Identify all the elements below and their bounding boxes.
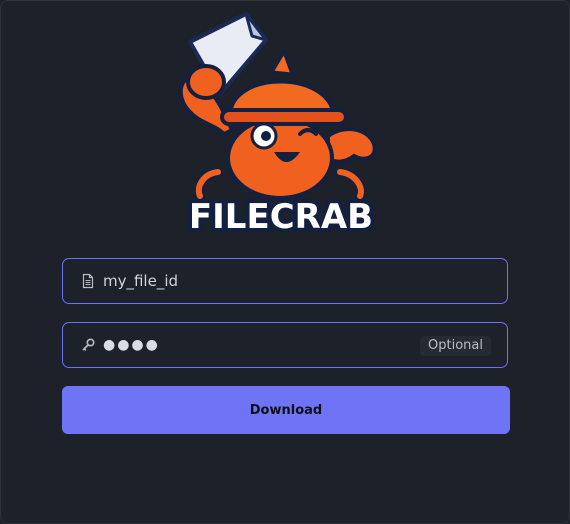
download-button[interactable]: Download	[62, 386, 510, 434]
password-input[interactable]: ●●●●	[103, 323, 160, 367]
file-icon	[82, 273, 94, 289]
filecrab-logo: FILECRAB	[178, 12, 377, 240]
password-field[interactable]: ●●●● Optional	[62, 322, 508, 368]
logo-text: FILECRAB	[189, 197, 373, 237]
key-icon	[82, 338, 95, 351]
file-id-input[interactable]	[103, 259, 443, 303]
optional-badge: Optional	[420, 336, 491, 356]
file-id-field[interactable]	[62, 258, 508, 304]
